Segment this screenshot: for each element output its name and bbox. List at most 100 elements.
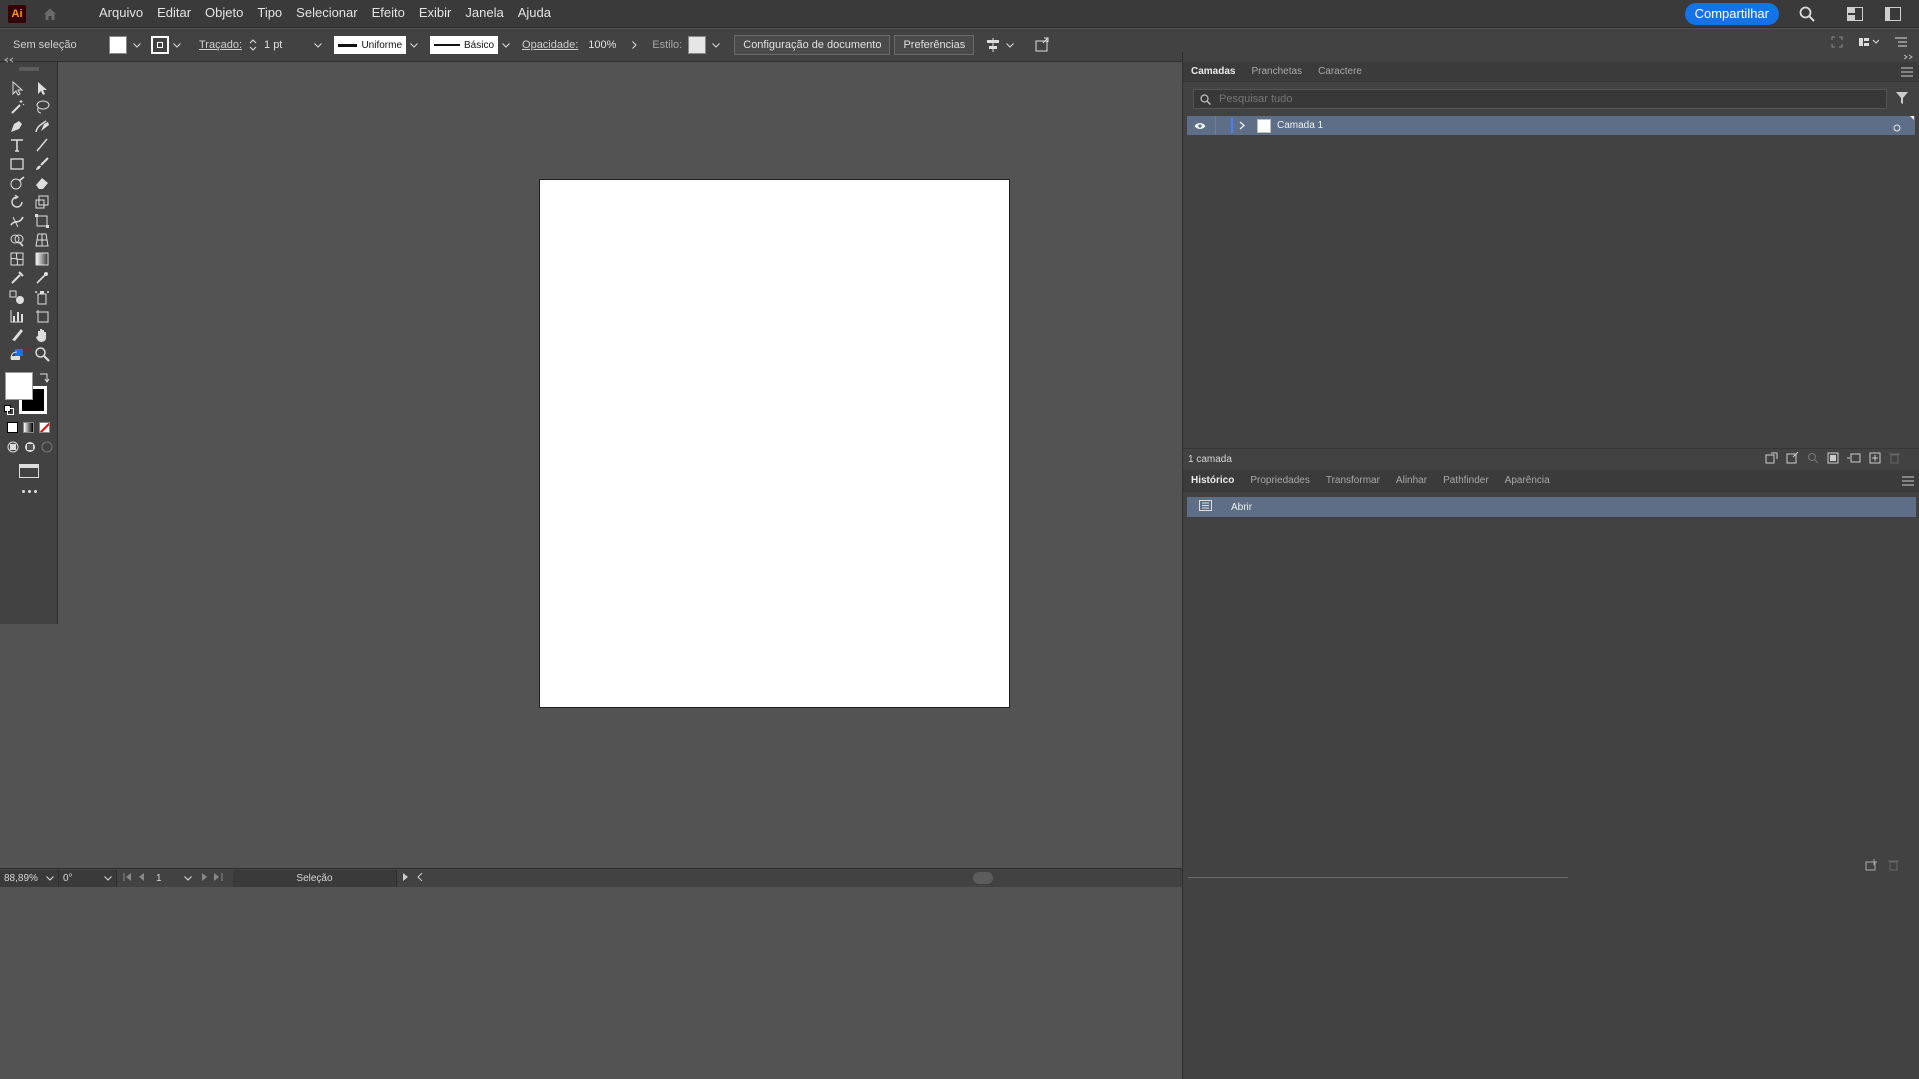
chevron-down-icon[interactable]: [46, 875, 54, 881]
layer-name[interactable]: Camada 1: [1277, 120, 1323, 131]
zoom-tool-icon[interactable]: [30, 345, 54, 362]
hand-tool-icon[interactable]: [30, 326, 54, 343]
opacity-label[interactable]: Opacidade:: [522, 39, 578, 51]
gradient-mode-icon[interactable]: [23, 422, 34, 433]
perspective-grid-tool-icon[interactable]: [30, 231, 54, 248]
blend-tool-icon[interactable]: [5, 288, 29, 305]
tab-camadas[interactable]: Camadas: [1183, 62, 1243, 82]
edit-toolbar-icon[interactable]: [22, 490, 38, 496]
trash-icon[interactable]: [1888, 859, 1899, 874]
tool-status-field[interactable]: Seleção: [233, 869, 397, 887]
panel-scrollbar[interactable]: [1188, 874, 1568, 878]
last-artboard-icon[interactable]: [214, 872, 223, 884]
width-tool-icon[interactable]: [5, 212, 29, 229]
menu-exibir[interactable]: Exibir: [412, 0, 459, 28]
chevron-down-icon[interactable]: [408, 39, 420, 51]
trash-icon[interactable]: [1889, 452, 1900, 467]
clipping-mask-icon[interactable]: [1827, 452, 1839, 467]
preferences-button[interactable]: Preferências: [894, 35, 975, 55]
expand-icon[interactable]: [1831, 36, 1843, 51]
layer-row[interactable]: Camada 1: [1187, 116, 1915, 135]
draw-inside-icon[interactable]: [41, 441, 53, 453]
measure-eyedropper-icon[interactable]: [30, 269, 54, 286]
fill-swatch[interactable]: [109, 36, 127, 54]
new-snapshot-icon[interactable]: [1865, 859, 1878, 874]
eye-icon[interactable]: [1191, 122, 1209, 130]
style-swatch[interactable]: [688, 36, 707, 54]
panel-menu-icon[interactable]: [1901, 66, 1913, 78]
tab-historico[interactable]: Histórico: [1183, 470, 1242, 492]
variable-width-profile[interactable]: Uniforme: [334, 36, 407, 54]
shaper-tool-icon[interactable]: [5, 174, 29, 191]
artboard-tool-icon[interactable]: [30, 307, 54, 324]
export-icon[interactable]: [1786, 451, 1799, 467]
eraser-tool-icon[interactable]: [30, 174, 54, 191]
recolor-artwork-icon[interactable]: [1032, 35, 1052, 55]
swap-fill-stroke-icon[interactable]: [38, 372, 50, 387]
screen-mode-icon[interactable]: [19, 464, 39, 478]
rectangle-tool-icon[interactable]: [5, 155, 29, 172]
status-menu-arrow-icon[interactable]: [403, 872, 409, 884]
canvas-area[interactable]: [59, 62, 1181, 868]
next-artboard-icon[interactable]: [202, 872, 208, 884]
tab-caractere[interactable]: Caractere: [1310, 62, 1370, 82]
magic-wand-tool-icon[interactable]: [5, 98, 29, 115]
rotate-view-tool-icon[interactable]: [5, 345, 29, 362]
stroke-swatch[interactable]: [151, 36, 169, 54]
chevron-down-icon[interactable]: [171, 39, 183, 51]
menu-arquivo[interactable]: Arquivo: [92, 0, 150, 28]
previous-artboard-icon[interactable]: [138, 872, 144, 884]
menu-tipo[interactable]: Tipo: [250, 0, 289, 28]
layers-search-input[interactable]: [1219, 93, 1519, 105]
rotation-field[interactable]: 0°: [59, 869, 117, 887]
locate-object-icon[interactable]: [1807, 452, 1819, 467]
column-graph-tool-icon[interactable]: [5, 307, 29, 324]
curvature-tool-icon[interactable]: [30, 117, 54, 134]
toolbar-collapse-icon[interactable]: [4, 52, 14, 66]
paintbrush-tool-icon[interactable]: [30, 155, 54, 172]
scroll-left-icon[interactable]: [417, 872, 423, 884]
zoom-field[interactable]: 88,89%: [0, 869, 59, 887]
chevron-down-icon[interactable]: [500, 39, 512, 51]
search-icon[interactable]: [1795, 2, 1819, 26]
slice-tool-icon[interactable]: [5, 326, 29, 343]
horizontal-scrollbar[interactable]: [973, 872, 993, 884]
layers-search-box[interactable]: [1193, 89, 1887, 109]
menu-janela[interactable]: Janela: [458, 0, 510, 28]
menu-efeito[interactable]: Efeito: [365, 0, 412, 28]
arrange-icon[interactable]: [1859, 36, 1880, 51]
filter-icon[interactable]: [1895, 91, 1909, 108]
document-setup-button[interactable]: Configuração de documento: [734, 35, 891, 55]
eyedropper-tool-icon[interactable]: [5, 269, 29, 286]
gradient-tool-icon[interactable]: [30, 250, 54, 267]
chevron-down-icon[interactable]: [131, 39, 143, 51]
new-sublayer-icon[interactable]: [1847, 452, 1861, 467]
symbol-sprayer-tool-icon[interactable]: [30, 288, 54, 305]
chevron-down-icon[interactable]: [1004, 39, 1016, 51]
lasso-tool-icon[interactable]: [30, 98, 54, 115]
direct-selection-tool-icon[interactable]: [30, 79, 54, 96]
chevron-right-icon[interactable]: [628, 39, 640, 51]
color-mode-icon[interactable]: [7, 422, 18, 433]
brush-definition[interactable]: Básico: [430, 36, 499, 54]
pen-tool-icon[interactable]: [5, 117, 29, 134]
share-button[interactable]: Compartilhar: [1684, 3, 1779, 25]
target-icon[interactable]: [1893, 121, 1901, 135]
chevron-down-icon[interactable]: [710, 39, 722, 51]
mesh-tool-icon[interactable]: [5, 250, 29, 267]
draw-normal-icon[interactable]: [7, 441, 19, 453]
default-fill-stroke-icon[interactable]: [4, 404, 14, 418]
stroke-label[interactable]: Traçado:: [199, 39, 242, 51]
tab-aparencia[interactable]: Aparência: [1497, 470, 1558, 492]
align-options-icon[interactable]: [982, 35, 1004, 55]
tab-alinhar[interactable]: Alinhar: [1388, 470, 1435, 492]
menu-editar[interactable]: Editar: [150, 0, 198, 28]
chevron-down-icon[interactable]: [184, 875, 192, 881]
tab-propriedades[interactable]: Propriedades: [1242, 470, 1317, 492]
tab-transformar[interactable]: Transformar: [1318, 470, 1388, 492]
menu-ajuda[interactable]: Ajuda: [511, 0, 558, 28]
panel-menu-icon[interactable]: [1902, 475, 1914, 487]
none-mode-icon[interactable]: [39, 422, 50, 433]
menu-objeto[interactable]: Objeto: [198, 0, 250, 28]
fill-color-swatch[interactable]: [5, 372, 33, 400]
